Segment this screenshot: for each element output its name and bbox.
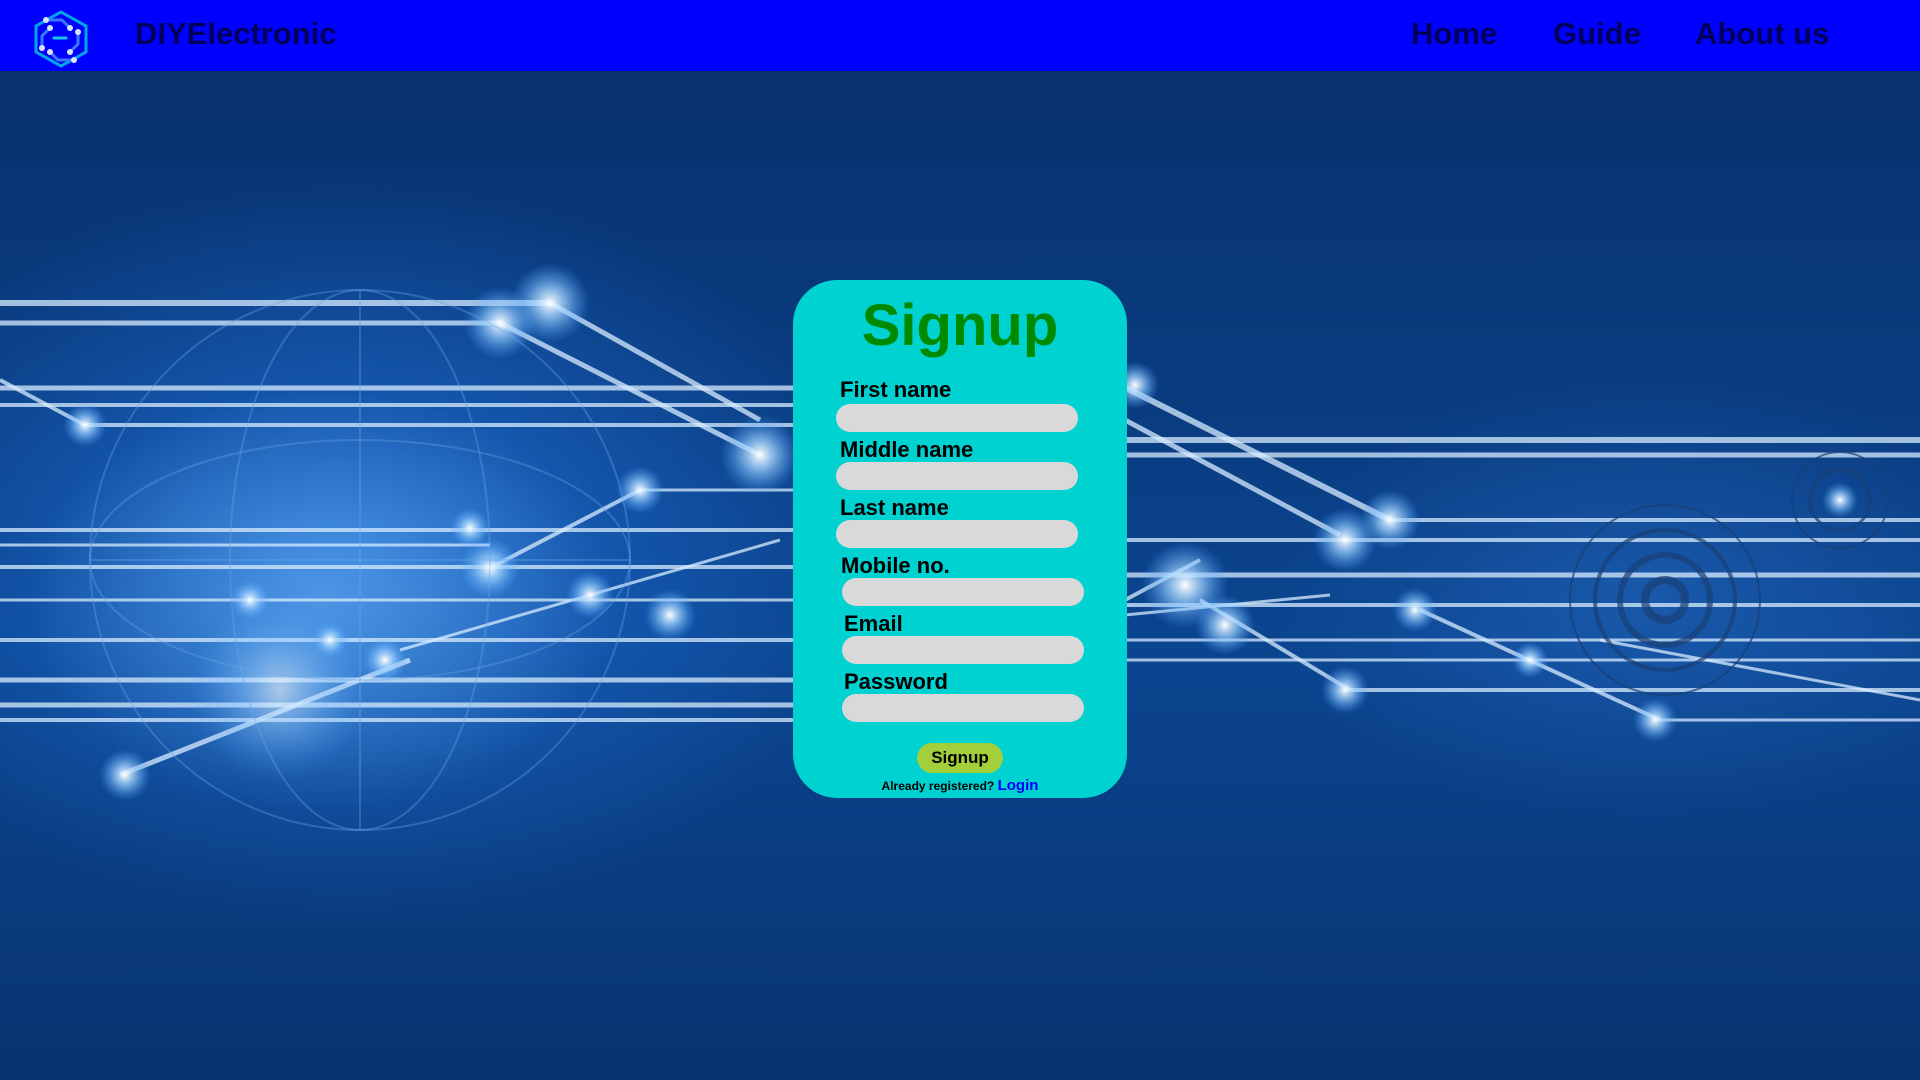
login-link[interactable]: Login xyxy=(998,777,1039,794)
mobile-label: Mobile no. xyxy=(841,553,950,578)
last-name-label: Last name xyxy=(840,495,949,520)
password-label: Password xyxy=(844,669,948,694)
first-name-input[interactable] xyxy=(836,404,1078,432)
mobile-input[interactable] xyxy=(842,578,1084,606)
email-input[interactable] xyxy=(842,636,1084,664)
last-name-input[interactable] xyxy=(836,520,1078,548)
password-input[interactable] xyxy=(842,694,1084,722)
login-prompt-line: Already registered? Login xyxy=(793,777,1127,794)
signup-title: Signup xyxy=(861,293,1059,358)
middle-name-label: Middle name xyxy=(840,437,974,462)
circuit-logo-icon[interactable] xyxy=(26,8,96,70)
brand-name[interactable]: DIYElectronic xyxy=(135,16,337,52)
nav-home-link[interactable]: Home xyxy=(1411,16,1497,52)
signup-button[interactable]: Signup xyxy=(917,743,1003,773)
signup-card: Signup First name Middle name Last name … xyxy=(793,280,1127,798)
top-navbar: DIYElectronic Home Guide About us xyxy=(0,0,1920,71)
email-label: Email xyxy=(844,611,903,636)
first-name-label: First name xyxy=(840,377,952,402)
nav-about-link[interactable]: About us xyxy=(1695,16,1829,52)
middle-name-input[interactable] xyxy=(836,462,1078,490)
login-prompt-text: Already registered? xyxy=(881,779,995,793)
nav-guide-link[interactable]: Guide xyxy=(1553,16,1641,52)
